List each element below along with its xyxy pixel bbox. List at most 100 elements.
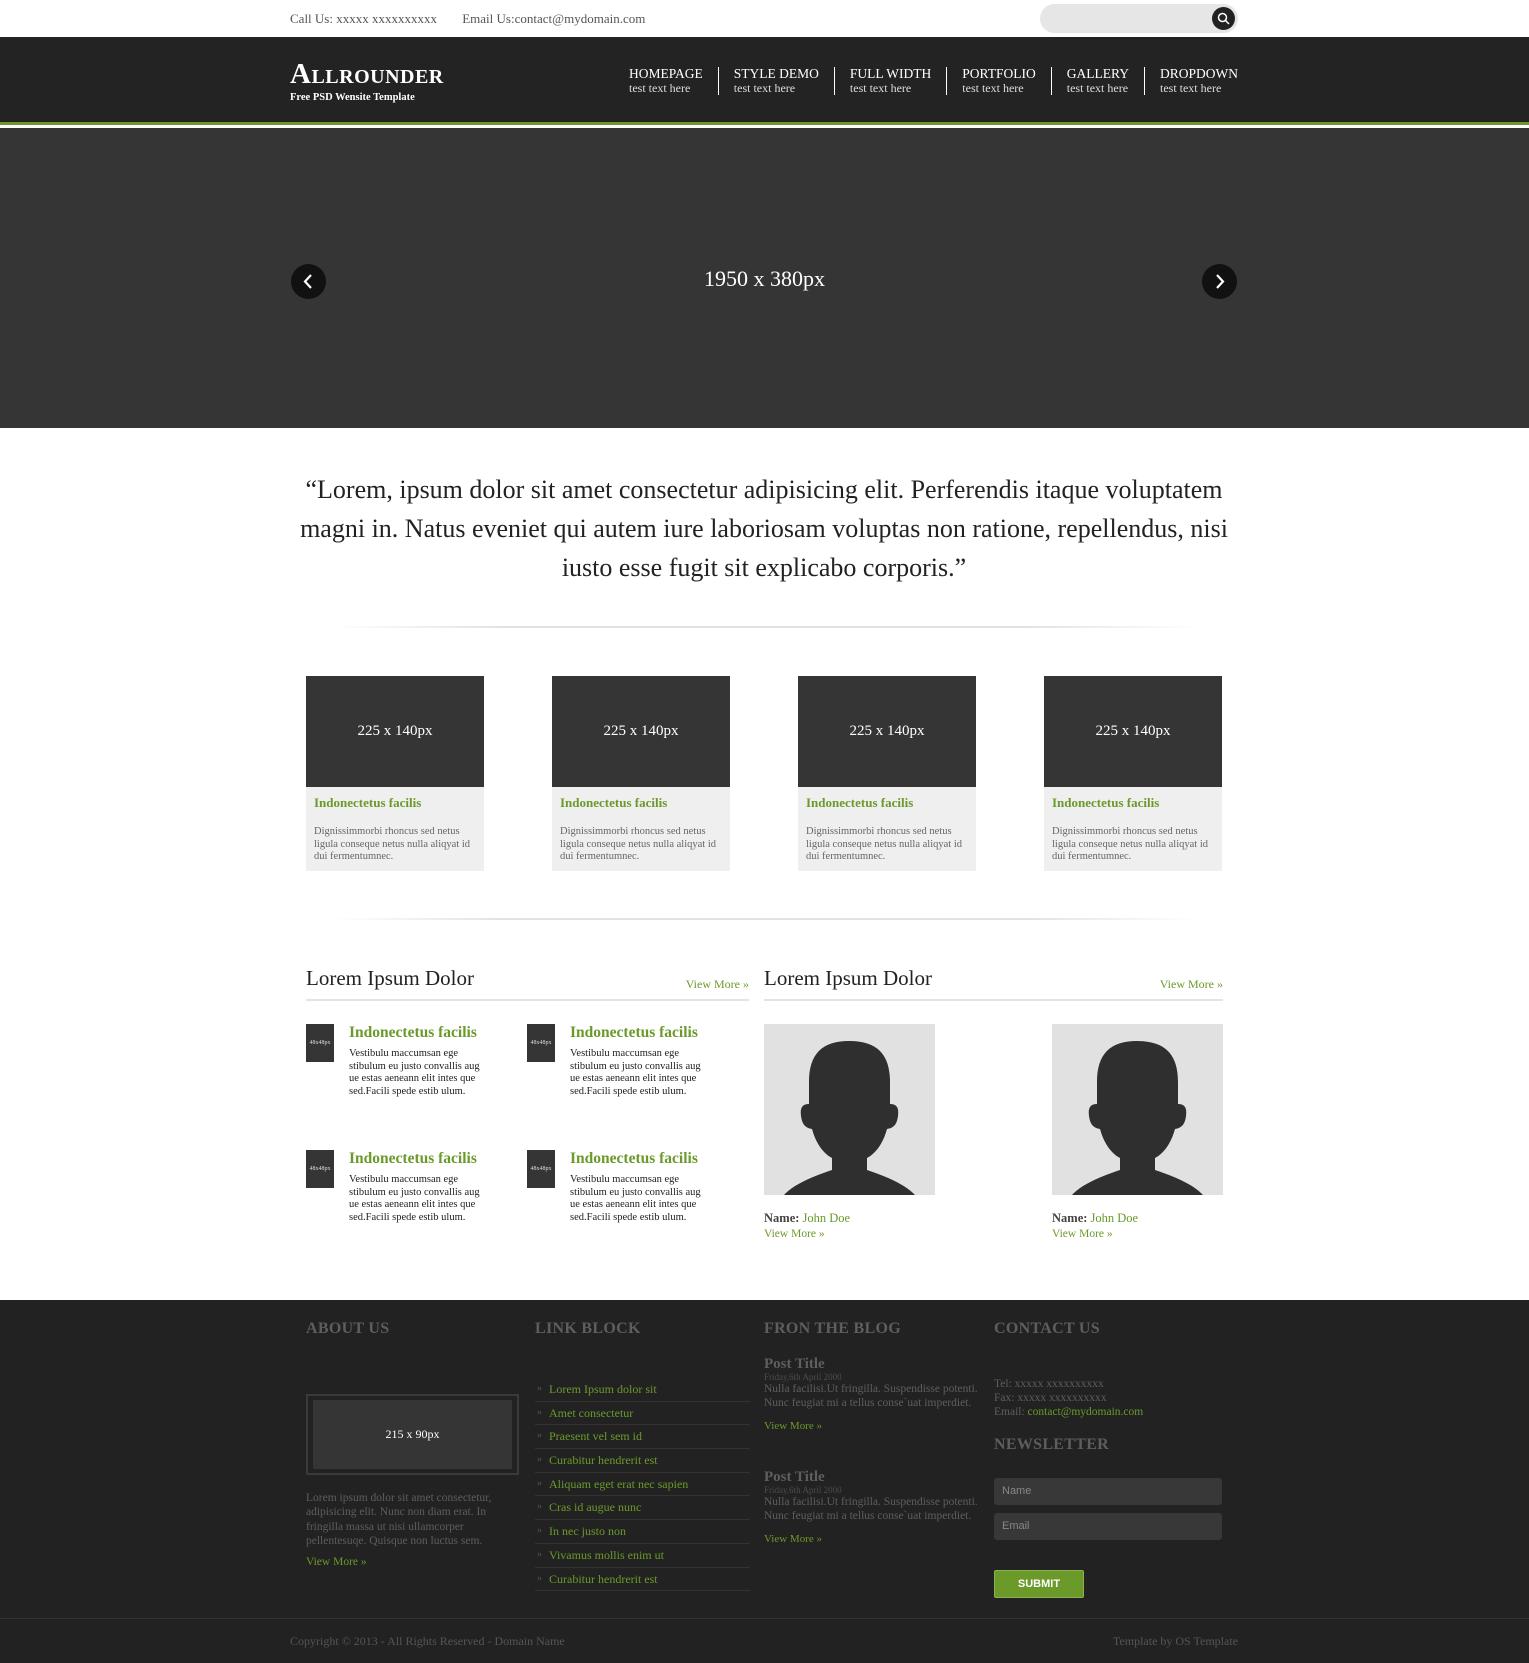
view-more-link[interactable]: View More » (306, 1556, 367, 1568)
newsletter-heading: NEWSLETTER (994, 1436, 1110, 1453)
footer-link[interactable]: Aliquam eget erat nec sapien (535, 1473, 750, 1497)
news-thumbnail: 48x48px (527, 1024, 555, 1062)
feature-card[interactable]: 225 x 140px Indonectetus facilis Digniss… (1044, 676, 1222, 871)
footer-link[interactable]: Cras id augue nunc (535, 1496, 750, 1521)
feature-title[interactable]: Indonectetus facilis (798, 787, 976, 811)
slider-prev-button[interactable] (291, 264, 326, 299)
nav-sublabel: test text here (1066, 80, 1129, 95)
nav-item-gallery[interactable]: GALLERY test text here (1050, 66, 1144, 96)
footer-link[interactable]: Praesent vel sem id (535, 1425, 750, 1450)
about-image-placeholder: 215 x 90px (313, 1400, 512, 1469)
footer-link[interactable]: Vivamus mollis enim ut (535, 1544, 750, 1568)
slider-next-button[interactable] (1202, 264, 1237, 299)
news-title[interactable]: Indonectetus facilis (570, 1150, 698, 1168)
feature-text: Dignissimmorbi rhoncus sed netus ligula … (806, 826, 963, 862)
search-input[interactable] (1040, 4, 1238, 33)
nav-label: FULL WIDTH (849, 66, 932, 81)
view-more-link[interactable]: View More » (764, 1533, 979, 1545)
blog-post: Post Title Friday,6th April 2000 Nulla f… (764, 1469, 979, 1545)
person-silhouette-icon (784, 1041, 915, 1195)
contact-tel: Tel: xxxxx xxxxxxxxxx (994, 1378, 1104, 1390)
template-credit[interactable]: Template by OS Template (1113, 1634, 1238, 1649)
about-text: Lorem ipsum dolor sit amet consectetur, … (306, 1492, 492, 1548)
name-label: Name: (1052, 1211, 1088, 1225)
nav-item-full-width[interactable]: FULL WIDTH test text here (833, 66, 946, 96)
footer-link[interactable]: Amet consectetur (535, 1402, 750, 1426)
name-value[interactable]: John Doe (803, 1211, 851, 1225)
post-title[interactable]: Post Title (764, 1469, 979, 1486)
feature-title[interactable]: Indonectetus facilis (552, 787, 730, 811)
footer-about: ABOUT US 215 x 90px Lorem ipsum dolor si… (306, 1320, 521, 1568)
news-thumbnail: 48x48px (306, 1150, 334, 1188)
logo[interactable]: Allrounder Free PSD Wensite Template (290, 58, 444, 104)
nav-item-dropdown[interactable]: DROPDOWN test text here (1143, 66, 1238, 96)
blog-post: Post Title Friday,6th April 2000 Nulla f… (764, 1356, 979, 1432)
logo-title: Allrounder (290, 58, 444, 90)
nav-item-homepage[interactable]: HOMEPAGE test text here (629, 66, 718, 95)
avatar[interactable] (764, 1024, 935, 1195)
footer-link[interactable]: Lorem Ipsum dolor sit (535, 1378, 750, 1402)
section-heading: Lorem Ipsum Dolor (306, 966, 474, 990)
feature-title[interactable]: Indonectetus facilis (1044, 787, 1222, 811)
footer-heading: ABOUT US (306, 1320, 390, 1337)
view-more-link[interactable]: View More » (764, 1420, 979, 1432)
top-bar: Call Us: xxxxx xxxxxxxxxx Email Us:conta… (0, 0, 1529, 37)
left-section-header: Lorem Ipsum Dolor View More » (306, 966, 749, 1001)
slider-placeholder-text: 1950 x 380px (704, 266, 825, 291)
footer-link[interactable]: In nec justo non (535, 1520, 750, 1544)
view-more-link[interactable]: View More » (686, 977, 749, 992)
contact-email-row: Email: contact@mydomain.com (994, 1405, 1143, 1419)
member-name: Name: John Doe (764, 1211, 935, 1226)
newsletter-name-input[interactable]: Name (994, 1478, 1222, 1505)
view-more-link[interactable]: View More » (764, 1228, 935, 1240)
feature-text: Dignissimmorbi rhoncus sed netus ligula … (314, 826, 471, 862)
newsletter-submit-button[interactable]: SUBMIT (994, 1570, 1084, 1598)
section-divider (330, 918, 1200, 920)
feature-title[interactable]: Indonectetus facilis (306, 787, 484, 811)
post-date: Friday,6th April 2000 (764, 1372, 842, 1382)
news-title[interactable]: Indonectetus facilis (349, 1150, 477, 1168)
news-item[interactable]: 48x48px Indonectetus facilis Vestibulu m… (306, 1150, 521, 1270)
logo-subtitle: Free PSD Wensite Template (290, 92, 415, 103)
site-footer: ABOUT US 215 x 90px Lorem ipsum dolor si… (0, 1300, 1529, 1618)
news-title[interactable]: Indonectetus facilis (349, 1024, 477, 1042)
nav-item-style-demo[interactable]: STYLE DEMO test text here (717, 66, 834, 96)
contact-email-link[interactable]: contact@mydomain.com (1028, 1406, 1144, 1418)
copyright-text: Copyright © 2013 - All Rights Reserved -… (290, 1634, 565, 1648)
footer-heading: LINK BLOCK (535, 1320, 641, 1337)
footer-contact: CONTACT US Tel: xxxxx xxxxxxxxxx Fax: xx… (994, 1320, 1222, 1598)
team-member-card: Name: John Doe View More » (764, 1024, 935, 1240)
view-more-link[interactable]: View More » (1052, 1228, 1223, 1240)
news-title[interactable]: Indonectetus facilis (570, 1024, 698, 1042)
post-date: Friday,6th April 2000 (764, 1485, 842, 1495)
search-button[interactable] (1212, 7, 1235, 30)
feature-card[interactable]: 225 x 140px Indonectetus facilis Digniss… (306, 676, 484, 871)
feature-image-placeholder: 225 x 140px (1044, 676, 1222, 787)
news-item[interactable]: 48x48px Indonectetus facilis Vestibulu m… (527, 1024, 742, 1144)
view-more-link[interactable]: View More » (1160, 977, 1223, 992)
feature-text: Dignissimmorbi rhoncus sed netus ligula … (1052, 826, 1209, 862)
news-item[interactable]: 48x48px Indonectetus facilis Vestibulu m… (306, 1024, 521, 1144)
feature-image-placeholder: 225 x 140px (306, 676, 484, 787)
footer-link[interactable]: Curabitur hendrerit est (535, 1449, 750, 1473)
news-item[interactable]: 48x48px Indonectetus facilis Vestibulu m… (527, 1150, 742, 1270)
nav-item-portfolio[interactable]: PORTFOLIO test text here (946, 66, 1050, 96)
news-text: Vestibulu maccumsan ege stibulum eu just… (349, 1048, 480, 1098)
news-thumbnail: 48x48px (527, 1150, 555, 1188)
footer-blog: FRON THE BLOG Post Title Friday,6th Apri… (764, 1320, 979, 1545)
news-thumbnail: 48x48px (306, 1024, 334, 1062)
nav-sublabel: test text here (629, 80, 691, 95)
nav-label: PORTFOLIO (962, 66, 1036, 81)
footer-link[interactable]: Curabitur hendrerit est (535, 1568, 750, 1592)
site-header: Allrounder Free PSD Wensite Template HOM… (0, 37, 1529, 125)
avatar[interactable] (1052, 1024, 1223, 1195)
feature-card[interactable]: 225 x 140px Indonectetus facilis Digniss… (552, 676, 730, 871)
feature-card[interactable]: 225 x 140px Indonectetus facilis Digniss… (798, 676, 976, 871)
email-us-text[interactable]: Email Us:contact@mydomain.com (462, 11, 645, 26)
feature-image-placeholder: 225 x 140px (798, 676, 976, 787)
nav-sublabel: test text here (733, 80, 796, 95)
newsletter-email-input[interactable]: Email (994, 1513, 1222, 1540)
post-title[interactable]: Post Title (764, 1356, 979, 1373)
name-value[interactable]: John Doe (1091, 1211, 1139, 1225)
chevron-left-icon (303, 274, 312, 289)
